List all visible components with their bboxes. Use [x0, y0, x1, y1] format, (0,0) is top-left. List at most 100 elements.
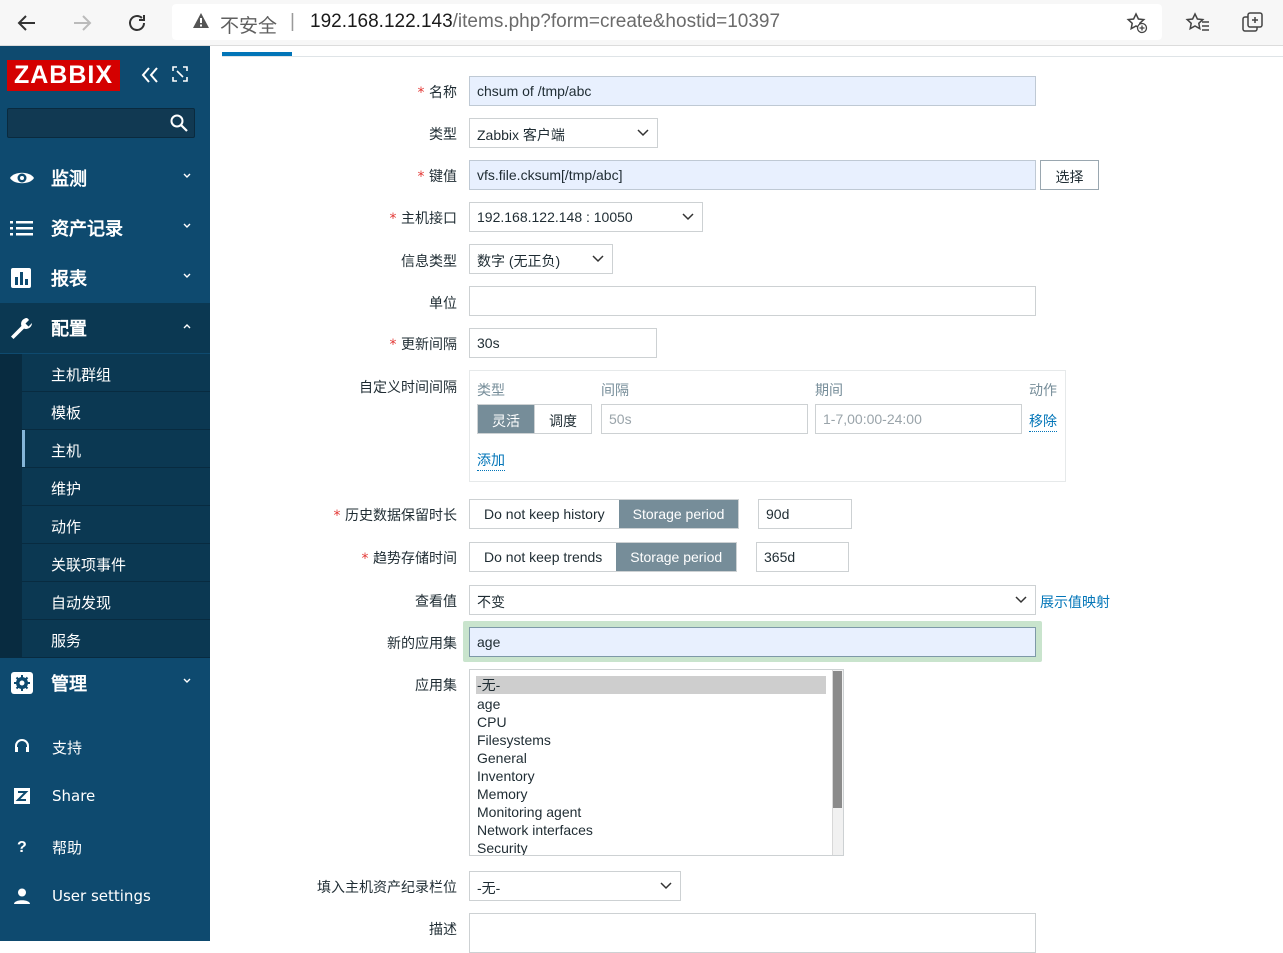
list-option[interactable]: CPU	[477, 713, 507, 731]
kiosk-mode-icon[interactable]	[172, 66, 188, 82]
description-textarea[interactable]	[469, 913, 1036, 953]
submenu-discovery[interactable]: 自动发现	[22, 582, 210, 620]
share-link[interactable]: Share	[0, 777, 210, 817]
list-option[interactable]: Security	[477, 839, 528, 855]
gear-icon	[11, 672, 33, 694]
show-value-mappings-link[interactable]: 展示值映射	[1040, 592, 1110, 612]
browser-toolbar: 不安全 | 192.168.122.143/items.php?form=cre…	[0, 0, 1283, 46]
menu-configuration[interactable]: 配置	[0, 303, 210, 353]
custom-interval-input[interactable]: 50s	[601, 404, 808, 434]
menu-label: 配置	[51, 319, 87, 340]
collections-icon[interactable]	[1240, 10, 1266, 36]
list-option[interactable]: Filesystems	[477, 731, 551, 749]
chevron-down-icon	[592, 255, 604, 263]
list-option[interactable]: Memory	[477, 785, 528, 803]
info-type-select[interactable]: 数字 (无正负)	[469, 244, 613, 274]
refresh-icon	[129, 15, 145, 31]
history-mode-toggle: Do not keep history Storage period	[469, 499, 740, 529]
menu-administration[interactable]: 管理	[0, 658, 210, 708]
back-button[interactable]	[12, 8, 42, 38]
trends-input[interactable]: 365d	[756, 542, 849, 572]
interface-select[interactable]: 192.168.122.148 : 10050	[469, 202, 703, 232]
question-icon: ?	[17, 839, 27, 855]
favorites-icon[interactable]	[1185, 10, 1211, 36]
inventory-field-select[interactable]: -无-	[469, 871, 681, 901]
list-option[interactable]: Monitoring agent	[477, 803, 581, 821]
type-label: 类型	[429, 127, 457, 143]
submenu-actions[interactable]: 动作	[22, 506, 210, 544]
new-application-input[interactable]: age	[469, 627, 1036, 657]
user-settings-label: User settings	[52, 887, 151, 905]
menu-inventory[interactable]: 资产记录	[0, 203, 210, 253]
custom-intervals-label: 自定义时间间隔	[359, 380, 457, 396]
add-interval-link[interactable]: 添加	[477, 450, 505, 471]
remove-interval-link[interactable]: 移除	[1029, 411, 1057, 432]
submenu-hosts[interactable]: 主机	[22, 430, 210, 468]
list-option[interactable]: General	[477, 749, 527, 767]
list-option[interactable]: age	[477, 695, 500, 713]
submenu-event-correlation[interactable]: 关联项事件	[22, 544, 210, 582]
key-input[interactable]: vfs.file.cksum[/tmp/abc]	[469, 160, 1036, 190]
no-trends-option[interactable]: Do not keep trends	[470, 543, 616, 571]
applications-listbox[interactable]: -无- age CPU Filesystems General Inventor…	[469, 669, 844, 856]
submenu-label: 动作	[51, 518, 82, 536]
list-option[interactable]: Inventory	[477, 767, 535, 785]
svg-text:?: ?	[17, 839, 27, 855]
user-settings-link[interactable]: User settings	[0, 877, 210, 917]
type-select[interactable]: Zabbix 客户端	[469, 118, 658, 148]
chevron-down-icon	[1015, 596, 1027, 604]
col-type-header: 类型	[477, 383, 505, 399]
submenu-label: 自动发现	[51, 594, 112, 612]
list-option[interactable]: Network interfaces	[477, 821, 593, 839]
chevron-down-icon	[183, 173, 191, 178]
submenu-host-groups[interactable]: 主机群组	[22, 354, 210, 392]
support-link[interactable]: 支持	[0, 727, 210, 767]
submenu-maintenance[interactable]: 维护	[22, 468, 210, 506]
submenu-label: 主机群组	[51, 366, 112, 384]
url-host: 192.168.122.143	[310, 11, 453, 32]
menu-label: 报表	[51, 269, 87, 290]
no-history-option[interactable]: Do not keep history	[470, 500, 619, 528]
chevron-down-icon	[183, 678, 191, 683]
menu-reports[interactable]: 报表	[0, 253, 210, 303]
flexible-option[interactable]: 灵活	[478, 405, 534, 433]
interval-input[interactable]: 30s	[469, 328, 657, 358]
insecure-label: 不安全	[220, 15, 278, 37]
share-label: Share	[52, 787, 96, 805]
history-input[interactable]: 90d	[758, 499, 852, 529]
custom-period-input[interactable]: 1-7,00:00-24:00	[815, 404, 1022, 434]
history-storage-option[interactable]: Storage period	[618, 500, 739, 528]
chevron-down-icon	[183, 223, 191, 228]
units-input[interactable]	[469, 286, 1036, 316]
zabbix-logo[interactable]: ZABBIX	[7, 60, 120, 91]
type-select-value: Zabbix 客户端	[477, 127, 565, 143]
menu-label: 管理	[51, 674, 87, 695]
submenu-templates[interactable]: 模板	[22, 392, 210, 430]
name-input[interactable]: chsum of /tmp/abc	[469, 76, 1036, 106]
list-option[interactable]: -无-	[476, 676, 826, 694]
collapse-sidebar-icon[interactable]	[140, 66, 160, 84]
key-label: * 键值	[417, 169, 457, 185]
key-select-button[interactable]: 选择	[1040, 160, 1099, 190]
value-map-select[interactable]: 不变	[469, 585, 1036, 615]
listbox-scrollbar[interactable]	[832, 670, 843, 855]
trends-storage-option[interactable]: Storage period	[616, 543, 737, 571]
scheduling-option[interactable]: 调度	[534, 405, 591, 433]
help-link[interactable]: ? 帮助	[0, 827, 210, 867]
trends-mode-toggle: Do not keep trends Storage period	[469, 542, 738, 572]
scrollbar-thumb[interactable]	[833, 671, 842, 808]
inventory-select-value: -无-	[477, 880, 501, 896]
sidebar-search-input[interactable]	[7, 108, 195, 138]
new-application-label: 新的应用集	[387, 636, 457, 652]
submenu-services[interactable]: 服务	[22, 620, 210, 658]
interface-select-value: 192.168.122.148 : 10050	[477, 209, 633, 225]
search-icon[interactable]	[170, 114, 188, 132]
interval-type-toggle: 灵活 调度	[477, 404, 592, 434]
address-bar[interactable]: 不安全 | 192.168.122.143/items.php?form=cre…	[172, 4, 1162, 40]
refresh-button[interactable]	[122, 8, 152, 38]
forward-button[interactable]	[67, 8, 97, 38]
units-label: 单位	[429, 296, 457, 312]
value-map-select-value: 不变	[477, 594, 505, 610]
favorite-add-icon[interactable]	[1126, 12, 1148, 34]
menu-monitoring[interactable]: 监测	[0, 153, 210, 203]
